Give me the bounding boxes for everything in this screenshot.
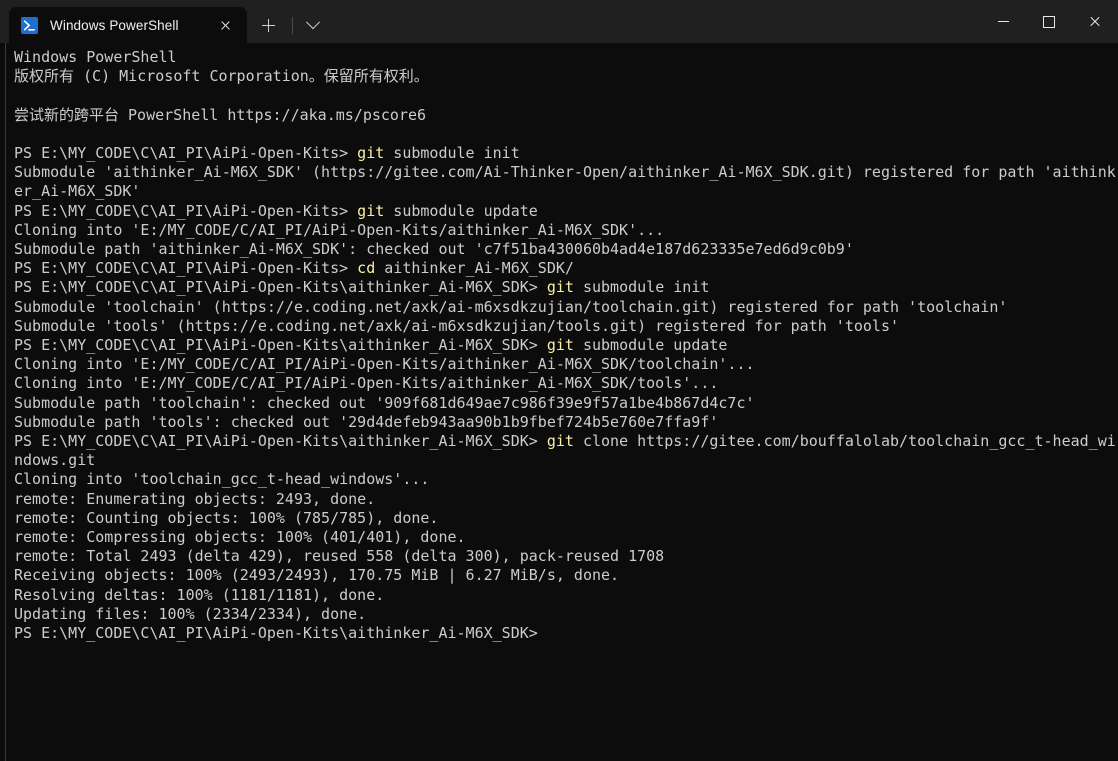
close-icon [220,20,231,31]
terminal-text: PS E:\MY_CODE\C\AI_PI\AiPi-Open-Kits> [14,143,358,162]
terminal-text: submodule update [573,336,728,355]
terminal-text: 版权所有 (C) Microsoft Corporation。保留所有权利。 [14,67,429,86]
terminal-command-token: git [357,143,385,162]
terminal-line: Updating files: 100% (2334/2334), done. [14,605,1118,624]
terminal-line: remote: Counting objects: 100% (785/785)… [14,509,1118,528]
terminal-text: aithinker_Ai-M6X_SDK/ [375,259,574,278]
terminal-text: Submodule path 'aithinker_Ai-M6X_SDK': c… [14,240,854,258]
tab-windows-powershell[interactable]: Windows PowerShell [9,7,247,43]
terminal-line: Cloning into 'E:/MY_CODE/C/AI_PI/AiPi-Op… [14,374,1118,393]
chevron-down-icon [305,15,321,30]
terminal-line: remote: Compressing objects: 100% (401/4… [14,528,1118,547]
terminal-text: submodule update [384,201,538,220]
terminal-line: Resolving deltas: 100% (1181/1181), done… [14,586,1118,605]
plus-icon [261,18,275,32]
terminal-text: remote: Total 2493 (delta 429), reused 5… [14,547,665,566]
terminal-line: Submodule path 'tools': checked out '29d… [14,413,1118,432]
terminal-command-token: git [357,201,385,220]
terminal-text: Submodule 'aithinker_Ai-M6X_SDK' (https:… [14,163,1116,201]
terminal-text: Submodule 'toolchain' (https://e.coding.… [14,297,1008,316]
terminal-line: PS E:\MY_CODE\C\AI_PI\AiPi-Open-Kits\ait… [14,278,1118,297]
terminal-command-token: git [546,336,574,355]
terminal-text: Receiving objects: 100% (2493/2493), 170… [14,566,620,585]
terminal-command-token: cd [357,259,376,278]
terminal-line: PS E:\MY_CODE\C\AI_PI\AiPi-Open-Kits> cd… [14,259,1118,278]
terminal-line: remote: Enumerating objects: 2493, done. [14,490,1118,509]
terminal-text: Cloning into 'E:/MY_CODE/C/AI_PI/AiPi-Op… [14,220,665,239]
terminal-line: 版权所有 (C) Microsoft Corporation。保留所有权利。 [14,67,1118,86]
window-close-button[interactable] [1072,0,1118,43]
terminal-text: remote: Compressing objects: 100% (401/4… [14,528,466,547]
terminal-text: 尝试新的跨平台 PowerShell https://aka.ms/pscore… [14,105,427,124]
terminal-text: Cloning into 'E:/MY_CODE/C/AI_PI/AiPi-Op… [14,374,719,393]
maximize-icon [1043,15,1055,28]
terminal-command-token: git [546,432,574,451]
terminal-command-token: git [546,278,574,297]
terminal-text: submodule init [573,278,710,297]
tab-dropdown-button[interactable] [298,10,328,40]
terminal-line: PS E:\MY_CODE\C\AI_PI\AiPi-Open-Kits\ait… [14,432,1118,470]
terminal-line: Cloning into 'toolchain_gcc_t-head_windo… [14,470,1118,489]
terminal-text: Cloning into 'E:/MY_CODE/C/AI_PI/AiPi-Op… [14,355,755,374]
terminal-text: PS E:\MY_CODE\C\AI_PI\AiPi-Open-Kits\ait… [14,432,547,451]
terminal-text: Submodule 'tools' (https://e.coding.net/… [14,316,900,335]
terminal-line: 尝试新的跨平台 PowerShell https://aka.ms/pscore… [14,106,1118,125]
tab-actions-divider [292,16,293,34]
terminal-line: PS E:\MY_CODE\C\AI_PI\AiPi-Open-Kits> gi… [14,144,1118,163]
powershell-icon [21,16,38,34]
terminal-text: remote: Counting objects: 100% (785/785)… [14,508,439,527]
tab-actions [247,7,328,43]
terminal-text: PS E:\MY_CODE\C\AI_PI\AiPi-Open-Kits> [14,259,358,278]
terminal-line: PS E:\MY_CODE\C\AI_PI\AiPi-Open-Kits\ait… [14,336,1118,355]
terminal-text: remote: Enumerating objects: 2493, done. [14,489,376,508]
terminal-output[interactable]: Windows PowerShell 版权所有 (C) Microsoft Cor… [6,43,1118,761]
powershell-window: Windows PowerShell Windows PowerShell 版权… [0,0,1118,761]
terminal-line: Submodule path 'toolchain': checked out … [14,394,1118,413]
terminal-line: Submodule path 'aithinker_Ai-M6X_SDK': c… [14,240,1118,259]
new-tab-button[interactable] [251,10,285,40]
terminal-text: submodule init [384,143,520,162]
window-controls [980,0,1118,43]
terminal-line: PS E:\MY_CODE\C\AI_PI\AiPi-Open-Kits> gi… [14,202,1118,221]
terminal-line: PS E:\MY_CODE\C\AI_PI\AiPi-Open-Kits\ait… [14,624,1118,643]
minimize-button[interactable] [980,0,1026,43]
terminal-line: Windows PowerShell [14,48,1118,67]
terminal-area: Windows PowerShell 版权所有 (C) Microsoft Cor… [0,43,1118,761]
terminal-text: PS E:\MY_CODE\C\AI_PI\AiPi-Open-Kits> [14,201,358,220]
tab-close-button[interactable] [211,12,239,38]
terminal-text: Submodule path 'tools': checked out '29d… [14,412,719,431]
terminal-text: Cloning into 'toolchain_gcc_t-head_windo… [14,470,430,489]
terminal-text: Updating files: 100% (2334/2334), done. [14,604,367,623]
terminal-text: Windows PowerShell [14,48,177,66]
tab-strip: Windows PowerShell [0,0,328,43]
title-bar: Windows PowerShell [0,0,1118,43]
terminal-line: Receiving objects: 100% (2493/2493), 170… [14,566,1118,585]
maximize-button[interactable] [1026,0,1072,43]
terminal-line: remote: Total 2493 (delta 429), reused 5… [14,547,1118,566]
tab-title: Windows PowerShell [50,17,179,33]
terminal-text: PS E:\MY_CODE\C\AI_PI\AiPi-Open-Kits\ait… [14,624,538,643]
terminal-line: Submodule 'aithinker_Ai-M6X_SDK' (https:… [14,163,1118,201]
terminal-line: Cloning into 'E:/MY_CODE/C/AI_PI/AiPi-Op… [14,355,1118,374]
terminal-line: Submodule 'tools' (https://e.coding.net/… [14,317,1118,336]
close-icon [1089,16,1101,28]
terminal-text: Submodule path 'toolchain': checked out … [14,393,755,412]
terminal-line: Cloning into 'E:/MY_CODE/C/AI_PI/AiPi-Op… [14,221,1118,240]
terminal-text: PS E:\MY_CODE\C\AI_PI\AiPi-Open-Kits\ait… [14,278,547,297]
terminal-text: Resolving deltas: 100% (1181/1181), done… [14,585,385,604]
terminal-line: Submodule 'toolchain' (https://e.coding.… [14,298,1118,317]
terminal-text: PS E:\MY_CODE\C\AI_PI\AiPi-Open-Kits\ait… [14,336,547,355]
minimize-icon [997,20,1009,23]
